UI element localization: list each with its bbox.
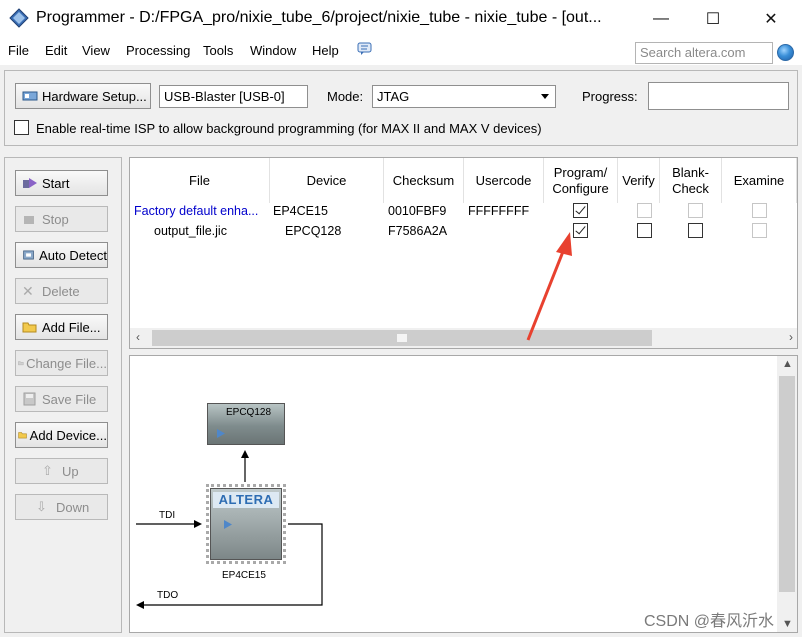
row1-program-checkbox[interactable] (573, 203, 588, 218)
add-file-button[interactable]: Add File... (15, 314, 108, 340)
menu-edit[interactable]: Edit (45, 43, 67, 58)
search-input[interactable]: Search altera.com (635, 42, 773, 64)
add-file-label: Add File... (42, 319, 101, 335)
chat-help-icon[interactable] (357, 42, 373, 56)
close-button[interactable]: ✕ (748, 0, 794, 38)
start-label: Start (42, 175, 70, 191)
up-label: Up (62, 463, 79, 479)
stop-button[interactable]: Stop (15, 206, 108, 232)
menu-processing[interactable]: Processing (126, 43, 190, 58)
row2-verify-checkbox[interactable] (637, 223, 652, 238)
menu-view[interactable]: View (82, 43, 110, 58)
jtag-connection-lines (136, 450, 323, 609)
down-arrow-icon: ⇩ (36, 499, 47, 514)
hardware-field: USB-Blaster [USB-0] (159, 85, 308, 108)
change-file-label: Change File... (26, 355, 107, 371)
start-button[interactable]: Start (15, 170, 108, 196)
isp-label: Enable real-time ISP to allow background… (36, 121, 542, 136)
row1-device: EP4CE15 (273, 204, 328, 218)
mode-select[interactable]: JTAG (372, 85, 556, 108)
minimize-button[interactable]: — (638, 0, 684, 38)
folder-open-icon (22, 322, 37, 333)
add-device-label: Add Device... (29, 427, 107, 443)
maximize-button[interactable]: ☐ (690, 0, 736, 38)
annotation-arrow-icon (526, 232, 572, 341)
auto-detect-icon (23, 250, 34, 260)
scroll-right-icon[interactable]: › (789, 330, 793, 344)
change-file-button[interactable]: Change File... (15, 350, 108, 376)
scroll-down-icon[interactable]: ▼ (782, 618, 793, 630)
progress-label: Progress: (582, 89, 638, 104)
start-icon (23, 178, 37, 188)
save-file-label: Save File (42, 391, 97, 407)
add-device-button[interactable]: Add Device... (15, 422, 108, 448)
save-file-button[interactable]: Save File (15, 386, 108, 412)
scroll-left-icon[interactable]: ‹ (136, 330, 140, 344)
device-table: File Device Checksum Usercode Program/ C… (129, 157, 798, 349)
globe-icon[interactable] (777, 44, 794, 61)
diagram-vertical-scrollbar[interactable]: ▲ ▼ (777, 356, 797, 632)
stop-label: Stop (42, 211, 69, 227)
delete-label: Delete (42, 283, 80, 299)
menu-help[interactable]: Help (312, 43, 339, 58)
save-icon (23, 392, 36, 406)
col-header-examine[interactable]: Examine (722, 158, 797, 203)
row1-file[interactable]: Factory default enha... (134, 204, 258, 218)
scroll-up-icon[interactable]: ▲ (782, 358, 793, 370)
progress-field (648, 82, 789, 110)
col-header-checksum[interactable]: Checksum (384, 158, 464, 203)
row1-verify-checkbox[interactable] (637, 203, 652, 218)
col-header-verify[interactable]: Verify (618, 158, 660, 203)
up-button[interactable]: ⇧ Up (15, 458, 108, 484)
mode-label: Mode: (327, 89, 364, 104)
table-horizontal-scrollbar[interactable]: ‹ › (130, 328, 797, 348)
jtag-chain-diagram: EPCQ128 ALTERA EP4CE15 TDI TDO ▲ ▼ (129, 355, 798, 633)
menu-tools[interactable]: Tools (203, 43, 233, 58)
quartus-app-icon (9, 8, 29, 28)
menu-window[interactable]: Window (250, 43, 296, 58)
row1-checksum: 0010FBF9 (388, 204, 447, 218)
delete-icon: ✕ (22, 283, 34, 299)
change-file-icon (18, 361, 24, 366)
col-header-device[interactable]: Device (270, 158, 384, 203)
hardware-icon (22, 91, 38, 101)
row2-checksum: F7586A2A (388, 224, 448, 238)
hardware-setup-label: Hardware Setup... (42, 88, 147, 104)
isp-checkbox[interactable] (14, 120, 29, 135)
stop-icon (24, 216, 34, 224)
row2-file[interactable]: output_file.jic (154, 224, 227, 238)
menu-file[interactable]: File (8, 43, 29, 58)
up-arrow-icon: ⇧ (42, 463, 53, 478)
down-button[interactable]: ⇩ Down (15, 494, 108, 520)
col-header-usercode[interactable]: Usercode (464, 158, 544, 203)
title-bar: Programmer - D:/FPGA_pro/nixie_tube_6/pr… (0, 0, 802, 38)
watermark: CSDN @春风沂水 (643, 613, 774, 630)
col-header-program[interactable]: Program/ Configure (544, 158, 618, 203)
mode-value: JTAG (377, 89, 410, 104)
auto-detect-button[interactable]: Auto Detect (15, 242, 108, 268)
row1-blank-check-checkbox[interactable] (688, 203, 703, 218)
add-device-icon (18, 432, 27, 439)
row1-examine-checkbox[interactable] (752, 203, 767, 218)
dropdown-arrow-icon (541, 94, 549, 99)
row2-device: EPCQ128 (285, 224, 342, 238)
row2-examine-checkbox[interactable] (752, 223, 767, 238)
diagram-scroll-thumb[interactable] (779, 376, 795, 592)
row2-blank-check-checkbox[interactable] (688, 223, 703, 238)
col-header-file[interactable]: File (130, 158, 270, 203)
delete-button[interactable]: ✕ Delete (15, 278, 108, 304)
down-label: Down (56, 499, 90, 515)
auto-detect-label: Auto Detect (39, 247, 107, 263)
window-title: Programmer - D:/FPGA_pro/nixie_tube_6/pr… (36, 9, 602, 26)
col-header-blank-check[interactable]: Blank- Check (660, 158, 722, 203)
row1-usercode: FFFFFFFF (468, 204, 530, 218)
hardware-setup-button[interactable]: Hardware Setup... (15, 83, 151, 109)
